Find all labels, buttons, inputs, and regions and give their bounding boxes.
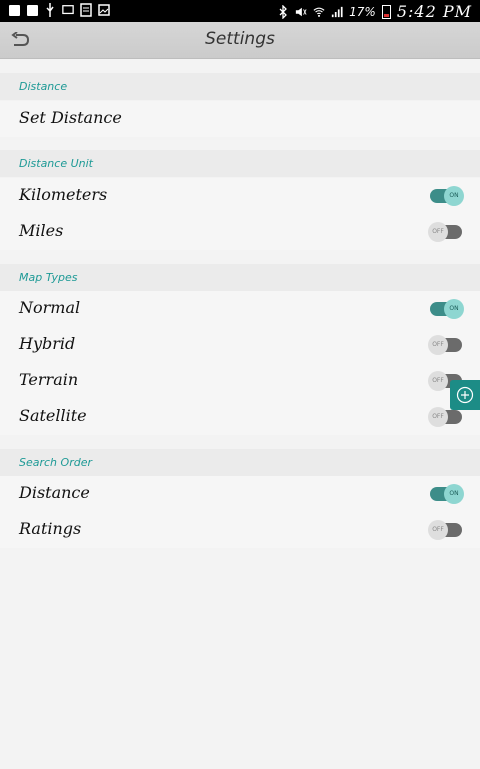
set-distance-item[interactable]: Set Distance <box>0 101 480 137</box>
system-icons: 17% 5:42 PM <box>277 2 472 21</box>
miles-row[interactable]: Miles OFF <box>0 214 480 250</box>
toggle-knob: OFF <box>428 520 448 540</box>
terrain-row[interactable]: Terrain OFF <box>0 363 480 399</box>
satellite-row[interactable]: Satellite OFF <box>0 399 480 435</box>
app-bar: Settings <box>0 22 480 59</box>
search-distance-row[interactable]: Distance ON <box>0 476 480 512</box>
hybrid-toggle[interactable]: OFF <box>428 335 462 355</box>
miles-toggle[interactable]: OFF <box>428 222 462 242</box>
facebook-icon-2 <box>26 3 38 17</box>
ratings-toggle[interactable]: OFF <box>428 520 462 540</box>
page-title: Settings <box>205 29 275 49</box>
miles-label: Miles <box>19 221 64 240</box>
toggle-knob: OFF <box>428 222 448 242</box>
set-distance-label: Set Distance <box>19 108 122 127</box>
facebook-icon <box>8 3 20 17</box>
section-title: Distance Unit <box>19 157 93 170</box>
battery-percentage: 17% <box>349 4 376 19</box>
toggle-knob: OFF <box>428 371 448 391</box>
section-header-distance-unit: Distance Unit <box>0 150 480 177</box>
section-title: Map Types <box>19 271 78 284</box>
satellite-label: Satellite <box>19 406 87 425</box>
hybrid-label: Hybrid <box>19 334 76 353</box>
kilometers-toggle[interactable]: ON <box>430 186 464 206</box>
terrain-label: Terrain <box>19 370 79 389</box>
normal-label: Normal <box>19 298 81 317</box>
signal-icon <box>331 5 343 19</box>
plus-circle-icon <box>456 386 474 404</box>
toggle-knob: ON <box>444 484 464 504</box>
kilometers-row[interactable]: Kilometers ON <box>0 178 480 214</box>
normal-row[interactable]: Normal ON <box>0 291 480 327</box>
mute-icon <box>295 5 307 19</box>
wifi-icon <box>313 5 325 19</box>
kilometers-label: Kilometers <box>19 185 108 204</box>
cast-icon <box>62 3 74 17</box>
section-title: Search Order <box>19 456 92 469</box>
toggle-knob: ON <box>444 299 464 319</box>
hybrid-row[interactable]: Hybrid OFF <box>0 327 480 363</box>
satellite-toggle[interactable]: OFF <box>428 407 462 427</box>
toggle-knob: OFF <box>428 407 448 427</box>
notification-icons <box>8 3 110 17</box>
toggle-knob: ON <box>444 186 464 206</box>
search-distance-label: Distance <box>19 483 90 502</box>
clock: 5:42 PM <box>396 2 472 21</box>
ratings-row[interactable]: Ratings OFF <box>0 512 480 548</box>
battery-icon <box>381 4 391 19</box>
section-header-map-types: Map Types <box>0 264 480 291</box>
status-bar: 17% 5:42 PM <box>0 0 480 22</box>
image-icon <box>98 3 110 17</box>
section-header-distance: Distance <box>0 73 480 100</box>
ratings-label: Ratings <box>19 519 82 538</box>
document-icon <box>80 3 92 17</box>
bluetooth-icon <box>277 4 289 19</box>
usb-icon <box>44 3 56 17</box>
section-title: Distance <box>19 80 68 93</box>
floating-add-button[interactable] <box>450 380 480 410</box>
search-distance-toggle[interactable]: ON <box>430 484 464 504</box>
normal-toggle[interactable]: ON <box>430 299 464 319</box>
toggle-knob: OFF <box>428 335 448 355</box>
section-header-search-order: Search Order <box>0 449 480 476</box>
